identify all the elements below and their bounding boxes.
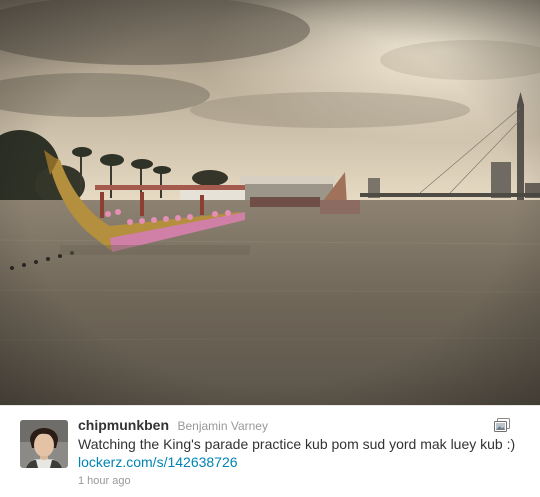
full-name[interactable]: Benjamin Varney [177, 419, 268, 433]
photo-media-icon[interactable] [494, 418, 510, 432]
tweet-card: chipmunkben Benjamin Varney Watching the… [0, 405, 540, 497]
user-avatar[interactable] [20, 420, 68, 468]
tweet-link[interactable]: lockerz.com/s/142638726 [78, 454, 238, 470]
tweet-timestamp[interactable]: 1 hour ago [78, 475, 131, 487]
tweet-header: chipmunkben Benjamin Varney [78, 417, 268, 435]
tweet-body: Watching the King's parade practice kub … [78, 436, 516, 452]
tweet-photo[interactable] [0, 0, 540, 405]
screen-name[interactable]: chipmunkben [78, 417, 169, 433]
tweet-text: Watching the King's parade practice kub … [78, 435, 518, 471]
